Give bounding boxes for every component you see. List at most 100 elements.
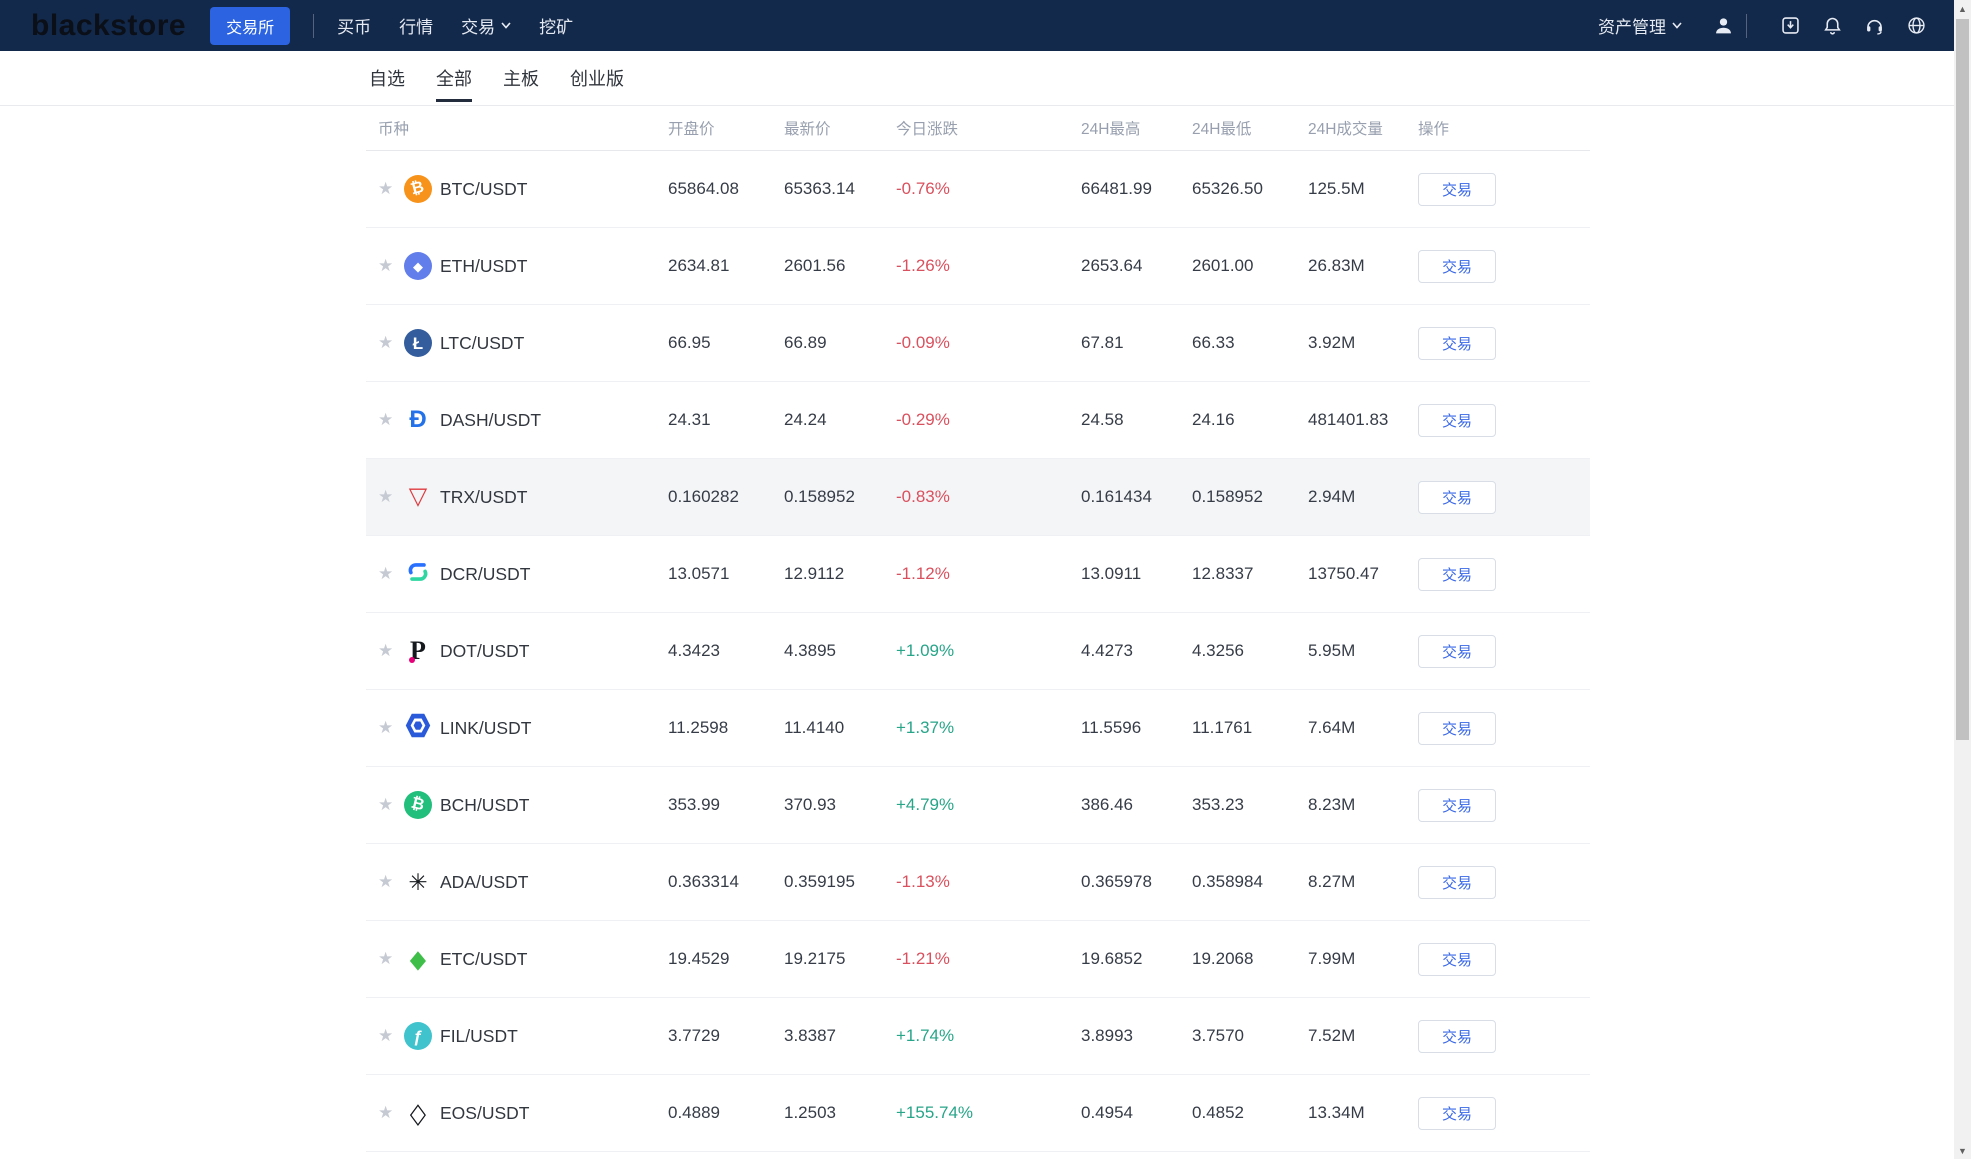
table-row[interactable]: ★ ◇ EOS/USDT 0.4889 1.2503 +155.74% 0.49…: [366, 1075, 1590, 1152]
trade-button[interactable]: 交易: [1418, 942, 1496, 976]
last-price: 2601.56: [784, 256, 846, 275]
favorite-star-icon[interactable]: ★: [378, 179, 393, 198]
change-percent: -1.12%: [896, 564, 950, 583]
favorite-cell: ★: [378, 410, 404, 430]
last-price: 370.93: [784, 795, 836, 814]
tab-2[interactable]: 主板: [503, 51, 539, 105]
favorite-star-icon[interactable]: ★: [378, 795, 393, 814]
table-header-row: 币种 开盘价 最新价 今日涨跌 24H最高 24H最低 24H成交量 操作: [366, 106, 1590, 151]
favorite-star-icon[interactable]: ★: [378, 872, 393, 891]
table-row[interactable]: ★ ✳ ADA/USDT 0.363314 0.359195 -1.13% 0.…: [366, 844, 1590, 921]
pair-name: ADA/USDT: [440, 871, 529, 892]
trade-button[interactable]: 交易: [1418, 557, 1496, 591]
nav-item-markets[interactable]: 行情: [399, 13, 433, 38]
low-24h: 19.2068: [1192, 949, 1254, 968]
favorite-star-icon[interactable]: ★: [378, 256, 393, 275]
table-row[interactable]: ★ ƒ FIL/USDT 3.7729 3.8387 +1.74% 3.8993…: [366, 998, 1590, 1075]
pair-name: DOT/USDT: [440, 640, 530, 661]
table-row[interactable]: ★ LINK/USDT 11.2598 11.4140 +1.37% 11.55…: [366, 690, 1590, 767]
last-price: 3.8387: [784, 1026, 836, 1045]
trade-button[interactable]: 交易: [1418, 865, 1496, 899]
table-row[interactable]: ★ Đ DASH/USDT 24.31 24.24 -0.29% 24.58 2…: [366, 382, 1590, 459]
favorite-star-icon[interactable]: ★: [378, 1026, 393, 1045]
change-percent: +4.79%: [896, 795, 955, 814]
low-24h: 24.16: [1192, 410, 1235, 429]
favorite-star-icon[interactable]: ★: [378, 564, 393, 583]
scrollbar[interactable]: ▲ ▼: [1954, 0, 1971, 1159]
high-24h: 13.0911: [1081, 564, 1142, 583]
open-price: 0.160282: [668, 487, 739, 506]
trade-button[interactable]: 交易: [1418, 326, 1496, 360]
trade-button[interactable]: 交易: [1418, 711, 1496, 745]
favorite-star-icon[interactable]: ★: [378, 718, 393, 737]
nav-item-trade[interactable]: 交易: [461, 13, 511, 38]
change-percent: +1.74%: [896, 1026, 955, 1045]
high-24h: 4.4273: [1081, 641, 1133, 660]
low-24h: 0.4852: [1192, 1103, 1244, 1122]
open-price: 19.4529: [668, 949, 730, 968]
last-price: 66.89: [784, 333, 827, 352]
exchange-button[interactable]: 交易所: [210, 6, 291, 45]
favorite-cell: ★: [378, 179, 404, 199]
asset-management-menu[interactable]: 资产管理: [1598, 13, 1682, 38]
volume-24h: 3.92M: [1308, 333, 1356, 352]
favorite-cell: ★: [378, 333, 404, 353]
download-app-icon[interactable]: [1779, 15, 1801, 37]
favorite-star-icon[interactable]: ★: [378, 333, 393, 352]
pair-name: LINK/USDT: [440, 717, 532, 738]
scrollbar-thumb[interactable]: [1956, 19, 1969, 740]
pair-name: DASH/USDT: [440, 409, 542, 430]
pair-name: BCH/USDT: [440, 794, 530, 815]
low-24h: 353.23: [1192, 795, 1244, 814]
last-price: 1.2503: [784, 1103, 836, 1122]
trade-button[interactable]: 交易: [1418, 788, 1496, 822]
change-percent: -1.26%: [896, 256, 950, 275]
language-globe-icon[interactable]: [1905, 15, 1927, 37]
user-icon[interactable]: [1712, 15, 1734, 37]
favorite-star-icon[interactable]: ★: [378, 487, 393, 506]
tab-1[interactable]: 全部: [436, 51, 472, 105]
favorite-cell: ★: [378, 641, 404, 661]
scroll-up-arrow-icon[interactable]: ▲: [1954, 0, 1971, 17]
table-row[interactable]: ★ P DOT/USDT 4.3423 4.3895 +1.09% 4.4273…: [366, 613, 1590, 690]
high-24h: 24.58: [1081, 410, 1124, 429]
notifications-bell-icon[interactable]: [1821, 15, 1843, 37]
trade-button[interactable]: 交易: [1418, 480, 1496, 514]
nav-item-buy-coin[interactable]: 买币: [337, 13, 371, 38]
table-row[interactable]: ★ DCR/USDT 13.0571 12.9112 -1.12% 13.091…: [366, 536, 1590, 613]
trade-button[interactable]: 交易: [1418, 1096, 1496, 1130]
high-24h: 19.6852: [1081, 949, 1143, 968]
scroll-down-arrow-icon[interactable]: ▼: [1954, 1142, 1971, 1159]
brand-logo[interactable]: blackstore: [31, 9, 186, 43]
table-row[interactable]: ★ ◆ ETC/USDT 19.4529 19.2175 -1.21% 19.6…: [366, 921, 1590, 998]
trade-button[interactable]: 交易: [1418, 634, 1496, 668]
favorite-star-icon[interactable]: ★: [378, 949, 393, 968]
etc-icon: ◆: [409, 945, 427, 973]
trade-button[interactable]: 交易: [1418, 403, 1496, 437]
favorite-star-icon[interactable]: ★: [378, 410, 393, 429]
table-row[interactable]: ★ Ł LTC/USDT 66.95 66.89 -0.09% 67.81 66…: [366, 305, 1590, 382]
table-row[interactable]: ★ ₿ BCH/USDT 353.99 370.93 +4.79% 386.46…: [366, 767, 1590, 844]
change-percent: +1.09%: [896, 641, 955, 660]
dash-icon: Đ: [409, 406, 427, 433]
trade-button[interactable]: 交易: [1418, 172, 1496, 206]
table-row[interactable]: ★ ◆ ETH/USDT 2634.81 2601.56 -1.26% 2653…: [366, 228, 1590, 305]
dcr-icon: [404, 558, 432, 586]
favorite-star-icon[interactable]: ★: [378, 641, 393, 660]
tab-3[interactable]: 创业版: [570, 51, 624, 105]
high-24h: 0.4954: [1081, 1103, 1133, 1122]
trade-button[interactable]: 交易: [1418, 1019, 1496, 1053]
support-headset-icon[interactable]: [1863, 15, 1885, 37]
table-row[interactable]: ★ ▽ TRX/USDT 0.160282 0.158952 -0.83% 0.…: [366, 459, 1590, 536]
low-24h: 4.3256: [1192, 641, 1244, 660]
favorite-star-icon[interactable]: ★: [378, 1103, 393, 1122]
header-open: 开盘价: [668, 121, 715, 138]
chevron-down-icon: [501, 22, 511, 29]
favorite-cell: ★: [378, 872, 404, 892]
fil-icon: ƒ: [404, 1022, 432, 1050]
nav-item-mining[interactable]: 挖矿: [539, 13, 573, 38]
tab-0[interactable]: 自选: [369, 51, 405, 105]
table-row[interactable]: ★ ₿ BTC/USDT 65864.08 65363.14 -0.76% 66…: [366, 151, 1590, 228]
favorite-cell: ★: [378, 256, 404, 276]
trade-button[interactable]: 交易: [1418, 249, 1496, 283]
